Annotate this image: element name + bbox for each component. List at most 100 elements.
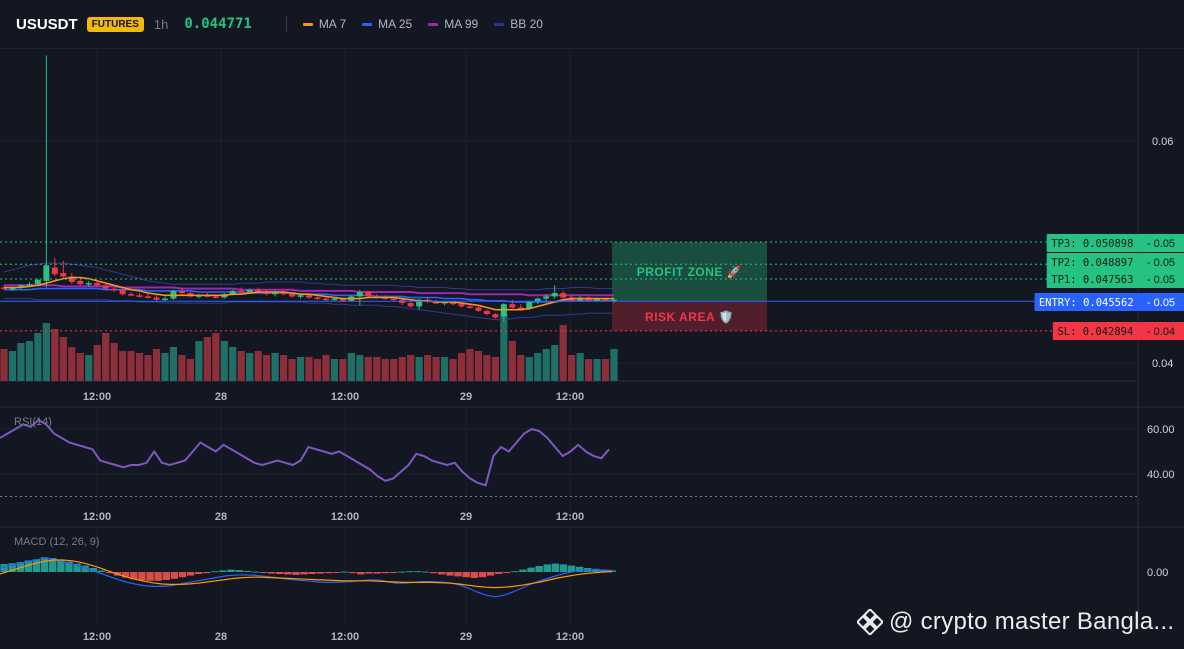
volume-bar <box>263 355 271 381</box>
macd-histogram-bar <box>97 570 106 572</box>
volume-bar <box>610 349 618 381</box>
candle-body <box>314 297 321 300</box>
candle-body <box>551 293 558 297</box>
volume-bar <box>398 357 406 381</box>
risk-zone-label: RISK AREA 🛡️ <box>645 310 734 324</box>
candle-body <box>246 289 253 292</box>
candle-body <box>466 306 473 308</box>
volume-bar <box>34 333 42 381</box>
time-axis-tick: 12:00 <box>556 391 584 403</box>
time-axis-tick: 12:00 <box>556 631 584 643</box>
macd-histogram-bar <box>381 572 389 574</box>
macd-histogram-bar <box>170 572 179 579</box>
macd-line <box>0 557 613 598</box>
volume-bar <box>279 355 288 381</box>
rsi-title: RSI(14) <box>14 416 52 428</box>
candle-body <box>102 285 109 289</box>
candle-body <box>128 294 135 296</box>
macd-histogram-bar <box>284 572 292 575</box>
macd-histogram-bar <box>559 564 568 572</box>
macd-histogram-bar <box>430 572 438 574</box>
volume-bar <box>85 355 93 381</box>
macd-axis-tick: 0.00 <box>1147 567 1168 579</box>
time-axis-tick: 28 <box>215 391 227 403</box>
macd-histogram-bar <box>357 572 365 575</box>
macd-histogram-bar <box>276 572 284 574</box>
macd-histogram-bar <box>454 572 462 577</box>
candle-body <box>212 296 219 298</box>
candle-body <box>492 314 499 318</box>
volume-bar <box>432 357 440 381</box>
volume-bar <box>25 341 34 381</box>
volume-bar <box>195 341 203 381</box>
macd-histogram-bar <box>503 572 511 573</box>
volume-bar <box>525 357 533 381</box>
volume-bar <box>415 357 423 381</box>
macd-histogram-bar <box>405 571 414 573</box>
macd-histogram-bar <box>413 571 422 573</box>
volume-bar <box>296 357 305 381</box>
volume-bar <box>152 349 161 381</box>
volume-bar <box>220 341 228 381</box>
volume-bar <box>93 345 101 381</box>
volume-bar <box>246 353 254 381</box>
macd-histogram-bar <box>486 572 495 576</box>
level-label: TP2: 0.048897 <box>1051 257 1133 269</box>
macd-histogram-bar <box>543 564 551 572</box>
time-axis-tick: 28 <box>215 631 227 643</box>
candle-body <box>331 298 338 301</box>
rsi-axis-tick: 40.00 <box>1147 469 1175 481</box>
volume-bar <box>559 325 567 381</box>
level-label: TP3: 0.050898 <box>1051 238 1133 250</box>
candle-body <box>407 303 414 307</box>
macd-title: MACD (12, 26, 9) <box>14 536 100 548</box>
volume-bar <box>364 357 372 381</box>
volume-bar <box>517 355 525 381</box>
macd-histogram-bar <box>397 571 406 573</box>
volume-bar <box>110 343 118 381</box>
time-axis-tick: 12:00 <box>83 631 111 643</box>
volume-bar <box>593 359 601 381</box>
volume-bar <box>457 353 466 381</box>
macd-histogram-bar <box>365 572 373 574</box>
macd-histogram-bar <box>259 572 268 573</box>
candle-body <box>390 298 397 301</box>
candle-body <box>356 291 363 297</box>
candle-body <box>306 295 312 298</box>
volume-bar <box>119 351 127 381</box>
macd-histogram-bar <box>348 572 357 574</box>
volume-bar <box>102 333 110 381</box>
macd-histogram-bar <box>40 557 49 572</box>
volume-bar <box>229 347 237 381</box>
volume-bar <box>212 333 220 381</box>
macd-histogram-bar <box>162 572 170 580</box>
rsi-axis-tick: 60.00 <box>1147 424 1175 436</box>
macd-histogram-bar <box>292 572 300 575</box>
candle-body <box>365 291 372 297</box>
candle-body <box>161 298 168 301</box>
macd-histogram-bar <box>511 571 519 573</box>
volume-bar <box>330 359 339 381</box>
volume-bar <box>135 353 144 381</box>
volume-bar <box>59 337 67 381</box>
volume-bar <box>356 355 364 381</box>
volume-bar <box>68 347 76 381</box>
macd-histogram-bar <box>138 572 146 581</box>
candle-body <box>153 297 160 300</box>
macd-histogram-bar <box>146 572 154 581</box>
volume-bar <box>339 359 347 381</box>
volume-bar <box>254 351 262 381</box>
chart-canvas[interactable]: 12:00 28 12:00 29 12:00 12:00 28 12:00 29 12:00 12… <box>0 0 1184 649</box>
macd-histogram-bar <box>267 572 276 574</box>
time-axis-tick: 12:00 <box>331 511 359 523</box>
macd-histogram-bar <box>300 572 308 575</box>
volume-bar <box>161 353 169 381</box>
time-axis-tick: 12:00 <box>331 631 359 643</box>
volume-bar <box>8 351 17 381</box>
volume-bar <box>601 359 610 381</box>
volume-bar <box>186 359 194 381</box>
price-axis-tick: 0.06 <box>1152 136 1173 148</box>
macd-histogram-bar <box>462 572 470 578</box>
candle-body <box>60 273 67 277</box>
volume-bar <box>51 329 59 381</box>
